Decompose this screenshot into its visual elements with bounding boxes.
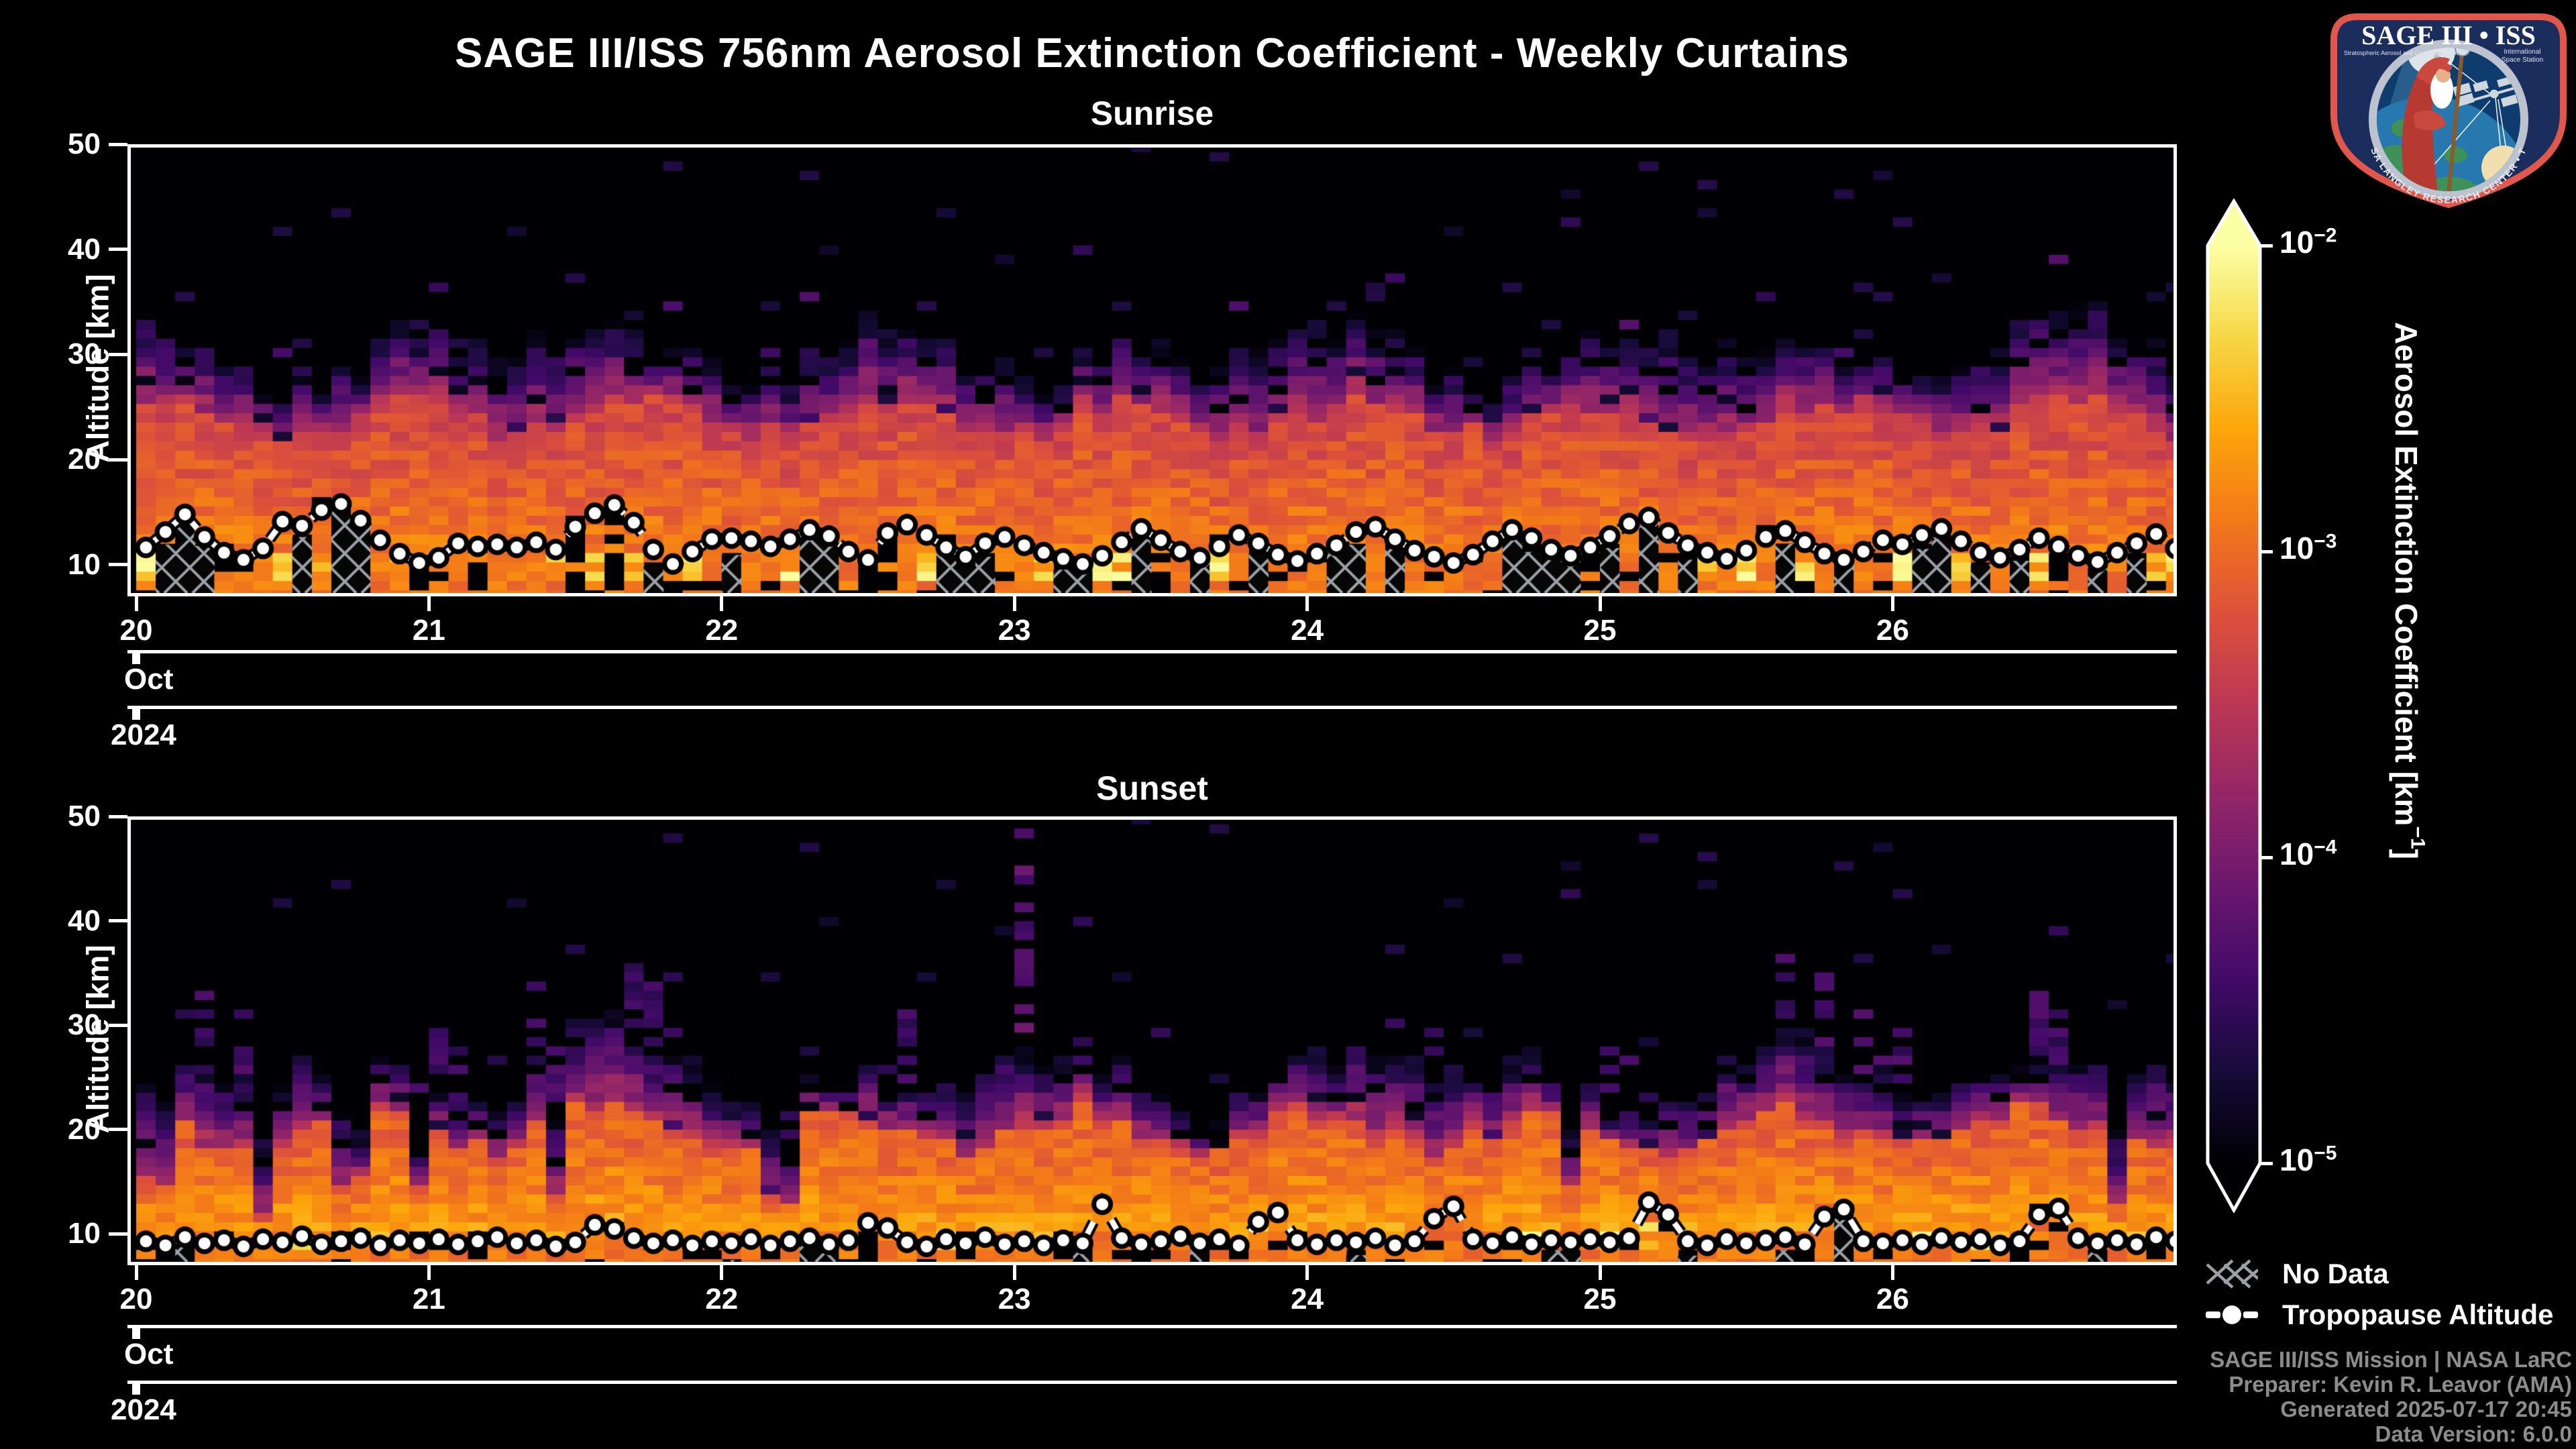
sunset-heatmap-canvas [131, 820, 2174, 1262]
x-tick-label: 25 [1583, 614, 1617, 647]
sage-iss-mission-patch-logo: SAGE III • ISS Stratospheric Aerosol and… [2329, 12, 2567, 209]
month-axis-line [127, 650, 2177, 653]
no-data-label: No Data [2282, 1258, 2389, 1289]
x-tick-label: 21 [412, 614, 445, 647]
year-axis-line [127, 706, 2177, 709]
no-data-hatch-icon [2206, 1259, 2258, 1289]
colorbar [2206, 199, 2262, 1213]
x-tick-label: 20 [119, 614, 153, 647]
month-axis-line [127, 1325, 2177, 1328]
credit-line: SAGE III/ISS Mission | NASA LaRC [2210, 1347, 2572, 1372]
y-tick-mark [109, 919, 127, 923]
panel-title-sunrise: Sunrise [1090, 95, 1214, 132]
y-tick-label: 50 [68, 127, 101, 160]
logo-subtitle-right-1: International [2504, 48, 2540, 56]
x-tick-mark [1305, 1265, 1309, 1280]
colorbar-gradient-arrow [2206, 199, 2262, 1213]
legend-tropopause: Tropopause Altitude [2206, 1296, 2553, 1334]
sunrise-heatmap-canvas [131, 148, 2174, 593]
x-tick-label: 25 [1583, 1283, 1617, 1316]
month-label: Oct [124, 1338, 174, 1371]
x-tick-mark [1598, 596, 1602, 611]
x-tick-mark [134, 596, 138, 611]
colorbar-label: Aerosol Extinction Coefficient [km−1] [2389, 322, 2429, 859]
x-tick-mark [427, 596, 431, 611]
legend-no-data: No Data [2206, 1255, 2389, 1293]
credit-line: Generated 2025-07-17 20:45 [2280, 1397, 2572, 1421]
year-axis-line [127, 1381, 2177, 1384]
y-tick-label: 50 [68, 800, 101, 833]
logo-title: SAGE III • ISS [2361, 20, 2536, 50]
x-tick-label: 22 [705, 1283, 739, 1316]
sunset-heatmap-panel [127, 816, 2177, 1265]
y-tick-mark [109, 142, 127, 146]
x-tick-mark [720, 596, 724, 611]
colorbar-tick-label: 10−2 [2279, 224, 2337, 260]
x-tick-label: 23 [998, 614, 1031, 647]
x-tick-mark [1012, 596, 1016, 611]
x-tick-mark [427, 1265, 431, 1280]
x-tick-mark [720, 1265, 724, 1280]
x-tick-mark [1890, 1265, 1894, 1280]
x-tick-label: 26 [1876, 1283, 1909, 1316]
x-tick-label: 24 [1291, 1283, 1324, 1316]
tropopause-line-icon [2206, 1305, 2258, 1324]
y-tick-mark [109, 248, 127, 252]
x-tick-mark [1305, 596, 1309, 611]
y-tick-label: 10 [68, 1217, 101, 1250]
x-tick-mark [134, 1265, 138, 1280]
y-tick-label: 40 [68, 904, 101, 937]
y-axis-label: Altitude [km] [80, 944, 115, 1134]
x-tick-mark [1012, 1265, 1016, 1280]
x-tick-label: 22 [705, 614, 739, 647]
logo-subtitle-left: Stratospheric Aerosol and Gas Experiment… [2344, 50, 2465, 56]
colorbar-tick-label: 10−5 [2279, 1142, 2337, 1177]
figure-title: SAGE III/ISS 756nm Aerosol Extinction Co… [454, 30, 1850, 76]
x-tick-label: 26 [1876, 614, 1909, 647]
x-tick-label: 23 [998, 1283, 1031, 1316]
panel-title-sunset: Sunset [1096, 769, 1208, 807]
year-label: 2024 [111, 718, 176, 751]
y-tick-label: 40 [68, 232, 101, 266]
y-tick-mark [109, 814, 127, 818]
y-axis-label: Altitude [km] [80, 274, 115, 463]
logo-subtitle-right-2: Space Station [2502, 56, 2543, 64]
credit-line: Preparer: Kevin R. Leavor (AMA) [2229, 1372, 2572, 1397]
x-tick-label: 21 [412, 1283, 445, 1316]
month-label: Oct [124, 663, 174, 696]
x-tick-label: 20 [119, 1283, 153, 1316]
colorbar-tick-label: 10−4 [2279, 836, 2337, 871]
credit-line: Data Version: 6.0.0 [2375, 1421, 2572, 1446]
sunrise-heatmap-panel [127, 144, 2177, 596]
colorbar-tick-label: 10−3 [2279, 530, 2337, 566]
y-tick-mark [109, 1232, 127, 1236]
tropopause-label: Tropopause Altitude [2282, 1299, 2554, 1330]
year-label: 2024 [111, 1393, 176, 1426]
x-tick-mark [1598, 1265, 1602, 1280]
x-tick-mark [1890, 596, 1894, 611]
x-tick-label: 24 [1291, 614, 1324, 647]
y-tick-label: 10 [68, 547, 101, 581]
y-tick-mark [109, 563, 127, 567]
credits-block: SAGE III/ISS Mission | NASA LaRC Preparer… [1878, 1347, 2572, 1446]
